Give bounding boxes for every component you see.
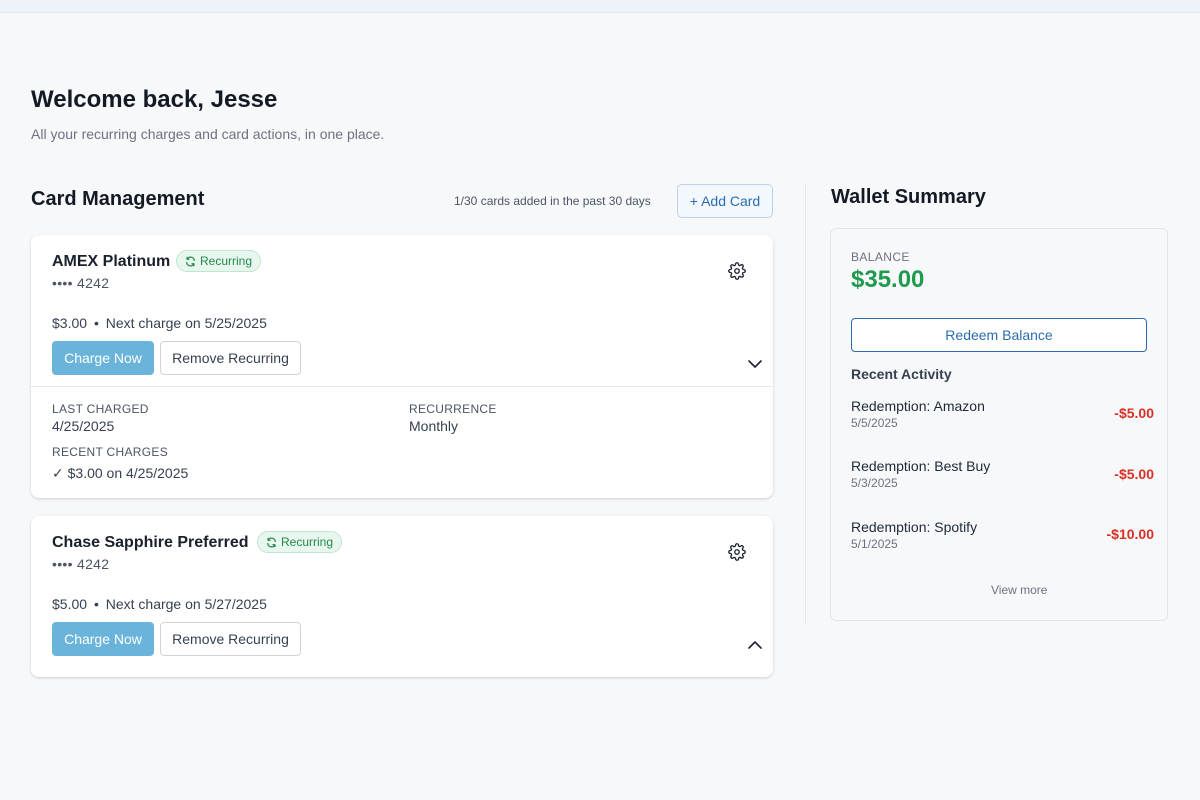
card-name: AMEX Platinum: [52, 253, 171, 270]
last-charged-value: 4/25/2025: [52, 418, 115, 434]
charge-amount: $5.00: [52, 596, 88, 612]
balance-value: $35.00: [851, 266, 925, 293]
add-card-button[interactable]: + Add Card: [677, 184, 773, 218]
recent-charges-label: RECENT CHARGES: [52, 445, 168, 459]
gear-icon[interactable]: [728, 543, 746, 561]
last-charged-label: LAST CHARGED: [52, 402, 149, 416]
recent-charge-item: ✓ $3.00 on 4/25/2025: [52, 465, 189, 481]
charge-summary: $3.00 • Next charge on 5/25/2025: [52, 315, 267, 331]
next-charge-text: Next charge on 5/25/2025: [105, 315, 267, 331]
card-chase-sapphire-preferred: Chase Sapphire Preferred Recurring •••• …: [31, 516, 773, 677]
column-divider: [805, 184, 806, 624]
recurring-badge: Recurring: [257, 531, 343, 553]
wallet-summary-title: Wallet Summary: [831, 186, 986, 208]
charge-now-button[interactable]: Charge Now: [52, 622, 154, 656]
activity-date: 5/5/2025: [851, 416, 898, 430]
view-more-link[interactable]: View more: [991, 583, 1047, 597]
remove-recurring-button[interactable]: Remove Recurring: [160, 622, 301, 656]
recent-activity-title: Recent Activity: [851, 366, 952, 382]
recurrence-value: Monthly: [409, 418, 459, 434]
activity-name: Redemption: Best Buy: [851, 458, 991, 474]
card-number: •••• 4242: [52, 556, 110, 572]
refresh-icon: [186, 256, 195, 266]
top-bar: [0, 0, 1200, 13]
card-management-title: Card Management: [31, 188, 205, 210]
welcome-heading: Welcome back, Jesse: [31, 86, 278, 113]
activity-amount: -$10.00: [1106, 526, 1154, 542]
next-charge-text: Next charge on 5/27/2025: [105, 596, 267, 612]
activity-name: Redemption: Spotify: [851, 519, 978, 535]
welcome-subtitle: All your recurring charges and card acti…: [31, 126, 385, 142]
separator-dot: •: [93, 596, 99, 612]
activity-date: 5/1/2025: [851, 537, 898, 551]
card-name: Chase Sapphire Preferred: [52, 534, 249, 551]
recurrence-label: RECURRENCE: [409, 402, 497, 416]
cards-added-count: 1/30 cards added in the past 30 days: [454, 194, 651, 208]
activity-name: Redemption: Amazon: [851, 398, 985, 414]
charge-summary: $5.00 • Next charge on 5/27/2025: [52, 596, 267, 612]
chevron-down-icon[interactable]: [747, 356, 763, 372]
recurring-badge-label: Recurring: [200, 254, 253, 268]
recurring-badge: Recurring: [176, 250, 262, 272]
remove-recurring-button[interactable]: Remove Recurring: [160, 341, 301, 375]
gear-icon[interactable]: [728, 262, 746, 280]
chevron-up-icon[interactable]: [747, 637, 763, 653]
card-details-divider: [31, 386, 773, 387]
balance-label: BALANCE: [851, 250, 910, 264]
charge-now-button[interactable]: Charge Now: [52, 341, 154, 375]
charge-amount: $3.00: [52, 315, 88, 331]
activity-amount: -$5.00: [1114, 405, 1154, 421]
separator-dot: •: [93, 315, 99, 331]
activity-date: 5/3/2025: [851, 476, 898, 490]
activity-amount: -$5.00: [1114, 466, 1154, 482]
redeem-balance-button[interactable]: Redeem Balance: [851, 318, 1147, 352]
refresh-icon: [267, 537, 276, 547]
recurring-badge-label: Recurring: [281, 535, 334, 549]
card-amex-platinum: AMEX Platinum Recurring •••• 4242 $3.00 …: [31, 235, 773, 498]
card-number: •••• 4242: [52, 275, 110, 291]
